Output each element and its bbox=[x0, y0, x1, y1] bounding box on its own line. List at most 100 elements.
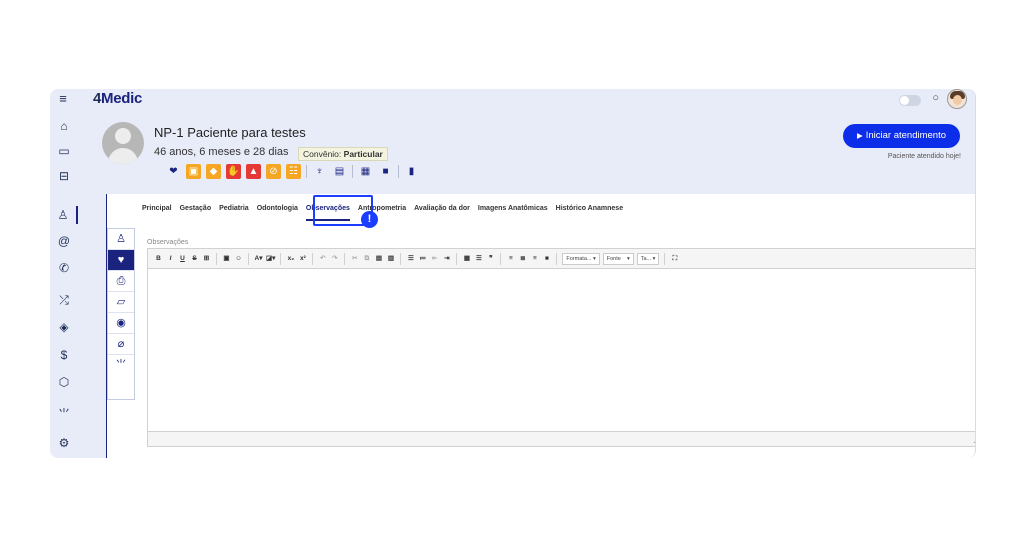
paste-text-icon[interactable]: ▥ bbox=[386, 252, 395, 265]
folder-icon[interactable]: ▱ bbox=[108, 292, 134, 313]
rich-text-editor: B I U S ⊞ ▣ ☺ A▾ ◪▾ x₂ x² ↶ ↷ ✂ ⧉ ▤ ▥ ☰ … bbox=[147, 248, 975, 447]
image-icon[interactable]: ▣ bbox=[222, 252, 231, 265]
no-smoking-icon[interactable]: ⊘ bbox=[266, 163, 281, 179]
subscript-icon[interactable]: x₂ bbox=[286, 252, 295, 265]
background-color-icon[interactable]: ◪▾ bbox=[266, 252, 275, 265]
top-bar: ≡ 4Medic ○ bbox=[50, 89, 975, 111]
strikethrough-icon[interactable]: S bbox=[190, 252, 199, 265]
table-icon[interactable]: ☷ bbox=[286, 163, 301, 179]
tag-icon[interactable]: ◈ bbox=[50, 318, 78, 336]
tab-historico-anamnese[interactable]: Histórico Anamnese bbox=[556, 205, 623, 217]
growth-chart-icon[interactable]: ⺌ bbox=[108, 355, 134, 376]
record-panel: ♙ ♥ ⎙ ▱ ◉ ⌀ ⺌ Principal Gestação Pediatr… bbox=[106, 194, 975, 458]
phone-icon[interactable]: ✆ bbox=[50, 259, 78, 277]
indent-icon[interactable]: ⇥ bbox=[442, 252, 451, 265]
align-right-icon[interactable]: ≡ bbox=[530, 252, 539, 265]
resize-handle-icon[interactable]: ◢ bbox=[974, 436, 975, 444]
person-icon[interactable]: ♙ bbox=[108, 229, 134, 250]
app-logo[interactable]: 4Medic bbox=[93, 90, 142, 107]
logo-text: Medic bbox=[101, 90, 143, 107]
patient-icon[interactable]: ♙ bbox=[50, 206, 78, 224]
table-insert-icon[interactable]: ⊞ bbox=[202, 252, 211, 265]
tab-odontologia[interactable]: Odontologia bbox=[257, 205, 298, 217]
text-color-icon[interactable]: A▾ bbox=[254, 252, 263, 265]
start-attendance-button[interactable]: ▶ Iniciar atendimento bbox=[843, 124, 960, 148]
bold-icon[interactable]: B bbox=[154, 252, 163, 265]
editor-label: Observações bbox=[147, 239, 189, 246]
shuffle-icon[interactable]: ⤮ bbox=[50, 291, 78, 309]
schedule-icon[interactable]: ▦ bbox=[358, 164, 373, 179]
convenio-badge: Convênio: Particular bbox=[298, 147, 388, 161]
numbered-list-icon[interactable]: ☰ bbox=[406, 252, 415, 265]
highlight-marker: ! bbox=[361, 211, 378, 228]
cut-icon[interactable]: ✂ bbox=[350, 252, 359, 265]
copy-icon[interactable]: ⧉ bbox=[362, 252, 371, 265]
redo-icon[interactable]: ↷ bbox=[330, 252, 339, 265]
patient-quick-actions: ❤ ▣ ◆ ✋ ▲ ⊘ ☷ ♆ ▤ ▦ ■ ▮ bbox=[166, 163, 419, 179]
email-icon[interactable]: @ bbox=[50, 232, 78, 250]
start-attendance-label: Iniciar atendimento bbox=[865, 130, 947, 141]
record-tabs: Principal Gestação Pediatria Odontologia… bbox=[142, 205, 623, 221]
record-subnav: ♙ ♥ ⎙ ▱ ◉ ⌀ ⺌ bbox=[107, 228, 135, 400]
size-select[interactable]: Ta... ▾ bbox=[636, 252, 660, 265]
clipboard-icon[interactable]: ▣ bbox=[186, 163, 201, 179]
attachment-icon[interactable]: ⌀ bbox=[108, 334, 134, 355]
divider bbox=[352, 164, 353, 178]
warning-icon[interactable]: ▲ bbox=[246, 163, 261, 179]
patient-age: 46 anos, 6 meses e 28 dias bbox=[154, 146, 289, 158]
tab-avaliacao-dor[interactable]: Avaliação da dor bbox=[414, 205, 470, 217]
menu-icon[interactable]: ≡ bbox=[56, 92, 70, 106]
app-window: ≡ 4Medic ○ ⌂ ▭ ⊟ ♙ @ ✆ ⤮ ◈ $ ⬡ ⺌ ⚙ NP-1 … bbox=[50, 89, 976, 458]
editor-footer: ◢ bbox=[148, 431, 975, 446]
outdent-icon[interactable]: ⇤ bbox=[430, 252, 439, 265]
horizontal-rule-icon[interactable]: ☰ bbox=[474, 252, 483, 265]
theme-toggle[interactable] bbox=[899, 95, 921, 106]
document-icon[interactable]: ▤ bbox=[332, 164, 347, 179]
stethoscope-icon[interactable]: ♆ bbox=[312, 164, 327, 179]
print-icon[interactable]: ⎙ bbox=[108, 271, 134, 292]
table-grid-icon[interactable]: ▦ bbox=[462, 252, 471, 265]
emoji-icon[interactable]: ☺ bbox=[234, 252, 243, 265]
editor-content-area[interactable] bbox=[148, 269, 975, 432]
home-icon[interactable]: ⌂ bbox=[50, 117, 78, 135]
camera-icon[interactable]: ◉ bbox=[108, 313, 134, 334]
finance-icon[interactable]: $ bbox=[50, 346, 78, 364]
font-select[interactable]: Fonte ▾ bbox=[602, 252, 634, 265]
format-select[interactable]: Formata... ▾ bbox=[562, 252, 600, 265]
settings-icon[interactable]: ⚙ bbox=[50, 434, 78, 452]
chat-icon[interactable]: ○ bbox=[932, 92, 939, 104]
maximize-icon[interactable]: ⛶ bbox=[670, 252, 679, 265]
superscript-icon[interactable]: x² bbox=[298, 252, 307, 265]
calendar-icon[interactable]: ▭ bbox=[50, 142, 78, 160]
convenio-label: Convênio: bbox=[303, 149, 342, 159]
align-justify-icon[interactable]: ■ bbox=[542, 252, 551, 265]
editor-toolbar: B I U S ⊞ ▣ ☺ A▾ ◪▾ x₂ x² ↶ ↷ ✂ ⧉ ▤ ▥ ☰ … bbox=[148, 249, 975, 269]
video-icon[interactable]: ■ bbox=[378, 164, 393, 179]
paste-icon[interactable]: ▤ bbox=[374, 252, 383, 265]
heart-icon[interactable]: ❤ bbox=[166, 164, 181, 179]
align-center-icon[interactable]: ≣ bbox=[518, 252, 527, 265]
patient-avatar bbox=[102, 122, 144, 164]
divider bbox=[398, 164, 399, 178]
blockquote-icon[interactable]: ❞ bbox=[486, 252, 495, 265]
user-avatar[interactable] bbox=[947, 89, 967, 109]
allergy-hand-icon[interactable]: ✋ bbox=[226, 163, 241, 179]
align-left-icon[interactable]: ≡ bbox=[506, 252, 515, 265]
bullet-list-icon[interactable]: ≔ bbox=[418, 252, 427, 265]
tab-imagens-anatomicas[interactable]: Imagens Anatômicas bbox=[478, 205, 548, 217]
main-content: NP-1 Paciente para testes 46 anos, 6 mes… bbox=[78, 111, 975, 458]
divider bbox=[306, 164, 307, 178]
waiting-room-icon[interactable]: ⊟ bbox=[50, 167, 78, 185]
tab-gestacao[interactable]: Gestação bbox=[180, 205, 212, 217]
tab-principal[interactable]: Principal bbox=[142, 205, 172, 217]
heartbeat-icon[interactable]: ♥ bbox=[108, 250, 134, 271]
book-icon[interactable]: ▮ bbox=[404, 164, 419, 179]
package-icon[interactable]: ⬡ bbox=[50, 373, 78, 391]
tab-pediatria[interactable]: Pediatria bbox=[219, 205, 249, 217]
undo-icon[interactable]: ↶ bbox=[318, 252, 327, 265]
underline-icon[interactable]: U bbox=[178, 252, 187, 265]
italic-icon[interactable]: I bbox=[166, 252, 175, 265]
main-sidebar: ⌂ ▭ ⊟ ♙ @ ✆ ⤮ ◈ $ ⬡ ⺌ ⚙ bbox=[50, 111, 78, 458]
chart-icon[interactable]: ⺌ bbox=[50, 405, 78, 423]
pill-icon[interactable]: ◆ bbox=[206, 163, 221, 179]
